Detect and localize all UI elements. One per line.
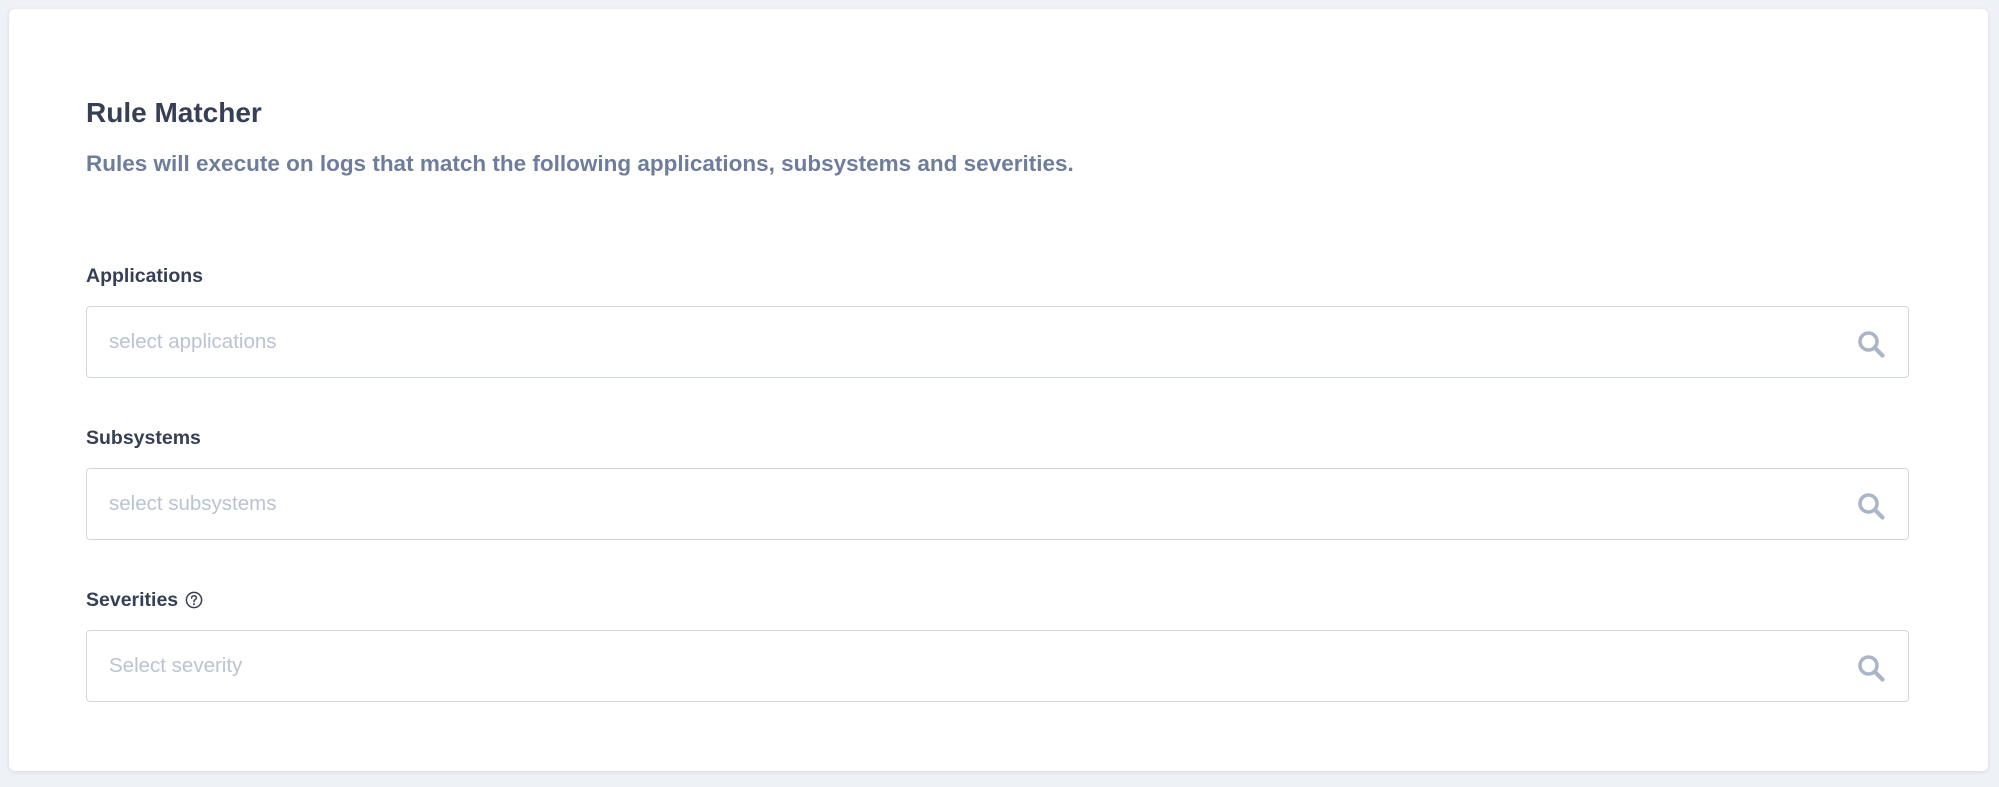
applications-label-text: Applications: [86, 265, 204, 287]
section-description: Rules will execute on logs that match th…: [86, 151, 1074, 176]
applications-select[interactable]: [86, 306, 1909, 378]
applications-label: Applications: [86, 264, 203, 288]
section-title: Rule Matcher: [86, 97, 262, 128]
subsystems-label: Subsystems: [86, 426, 201, 450]
search-icon[interactable]: [1856, 329, 1886, 359]
subsystems-select[interactable]: [86, 468, 1909, 540]
severities-input[interactable]: [109, 631, 1809, 701]
severities-label: Severities: [86, 588, 203, 612]
subsystems-label-text: Subsystems: [86, 427, 201, 449]
search-icon[interactable]: [1856, 653, 1886, 683]
severities-select[interactable]: [86, 630, 1909, 702]
applications-input[interactable]: [109, 307, 1809, 377]
severities-label-text: Severities: [86, 589, 179, 611]
help-circle-icon[interactable]: [185, 591, 203, 609]
search-icon[interactable]: [1856, 491, 1886, 521]
subsystems-input[interactable]: [109, 469, 1809, 539]
rule-matcher-card: Rule Matcher Rules will execute on logs …: [9, 9, 1988, 771]
